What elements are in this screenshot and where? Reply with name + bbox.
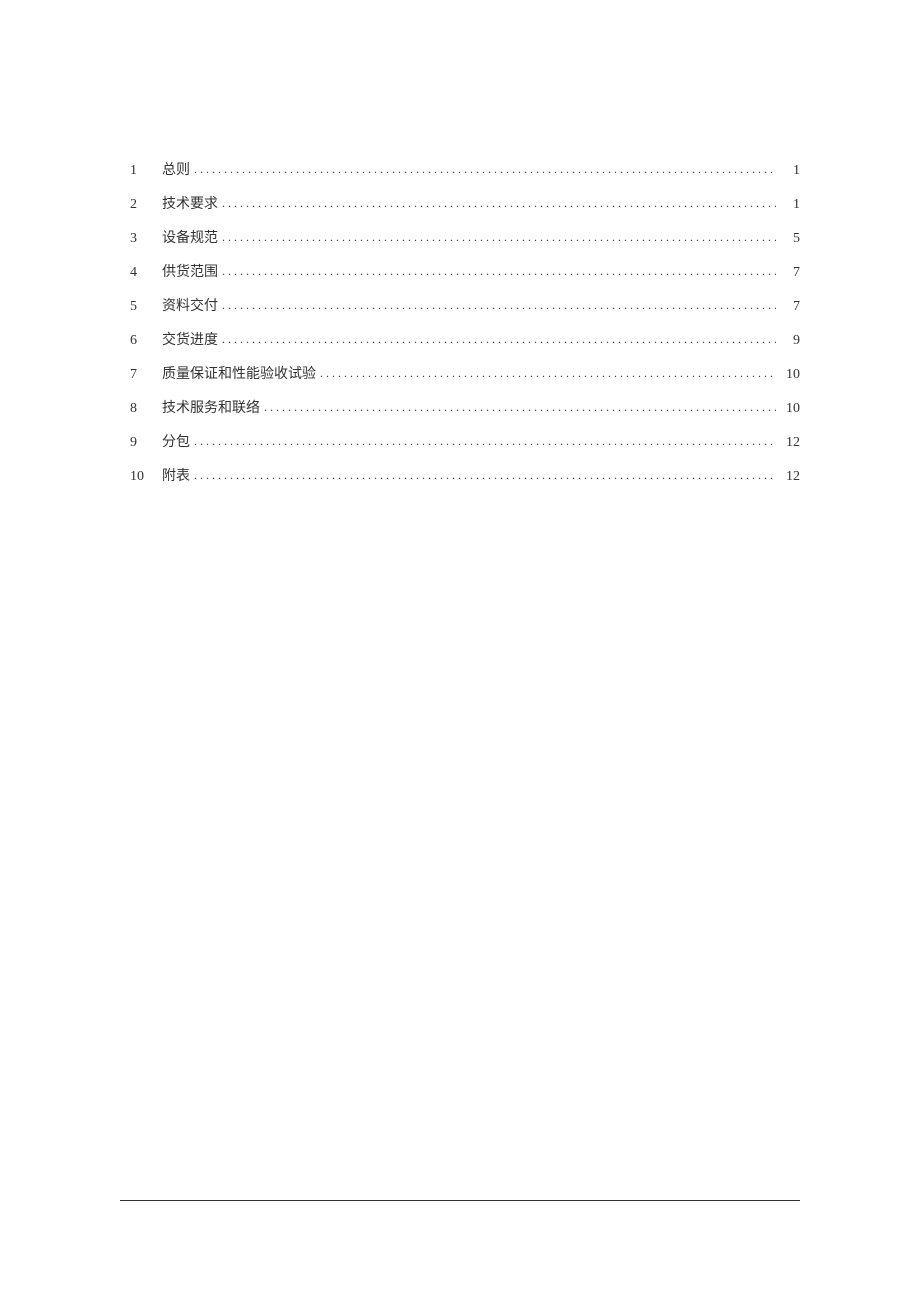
toc-number: 3 <box>130 228 162 249</box>
toc-entry[interactable]: 10 附表 ..................................… <box>130 466 800 487</box>
toc-entry[interactable]: 8 技术服务和联络 ..............................… <box>130 398 800 419</box>
toc-entry[interactable]: 4 供货范围 .................................… <box>130 262 800 283</box>
toc-dots: ........................................… <box>264 398 776 416</box>
toc-title: 分包 <box>162 432 190 453</box>
toc-dots: ........................................… <box>320 364 776 382</box>
toc-number: 7 <box>130 364 162 385</box>
toc-page: 9 <box>780 330 800 351</box>
toc-title: 资料交付 <box>162 296 218 317</box>
toc-entry[interactable]: 1 总则 ...................................… <box>130 160 800 181</box>
page-container: 1 总则 ...................................… <box>0 0 920 487</box>
toc-number: 1 <box>130 160 162 181</box>
toc-dots: ........................................… <box>222 296 776 314</box>
toc-dots: ........................................… <box>222 330 776 348</box>
toc-title: 交货进度 <box>162 330 218 351</box>
toc-entry[interactable]: 3 设备规范 .................................… <box>130 228 800 249</box>
toc-entry[interactable]: 6 交货进度 .................................… <box>130 330 800 351</box>
toc-page: 10 <box>780 364 800 385</box>
toc-number: 5 <box>130 296 162 317</box>
toc-number: 9 <box>130 432 162 453</box>
toc-title: 总则 <box>162 160 190 181</box>
toc-page: 1 <box>780 160 800 181</box>
toc-page: 10 <box>780 398 800 419</box>
toc-page: 12 <box>780 466 800 487</box>
toc-number: 10 <box>130 466 162 487</box>
toc-dots: ........................................… <box>194 432 776 450</box>
toc-page: 12 <box>780 432 800 453</box>
toc-title: 质量保证和性能验收试验 <box>162 364 316 385</box>
toc-page: 7 <box>780 262 800 283</box>
toc-page: 1 <box>780 194 800 215</box>
toc-list: 1 总则 ...................................… <box>130 160 800 487</box>
toc-number: 6 <box>130 330 162 351</box>
toc-dots: ........................................… <box>222 262 776 280</box>
toc-entry[interactable]: 5 资料交付 .................................… <box>130 296 800 317</box>
toc-number: 8 <box>130 398 162 419</box>
toc-dots: ........................................… <box>194 160 776 178</box>
footer-divider <box>120 1200 800 1201</box>
toc-number: 2 <box>130 194 162 215</box>
toc-page: 5 <box>780 228 800 249</box>
toc-title: 技术要求 <box>162 194 218 215</box>
toc-dots: ........................................… <box>222 194 776 212</box>
toc-entry[interactable]: 2 技术要求 .................................… <box>130 194 800 215</box>
toc-dots: ........................................… <box>194 466 776 484</box>
toc-entry[interactable]: 7 质量保证和性能验收试验 ..........................… <box>130 364 800 385</box>
toc-title: 附表 <box>162 466 190 487</box>
toc-title: 技术服务和联络 <box>162 398 260 419</box>
toc-page: 7 <box>780 296 800 317</box>
toc-title: 设备规范 <box>162 228 218 249</box>
toc-number: 4 <box>130 262 162 283</box>
toc-title: 供货范围 <box>162 262 218 283</box>
toc-dots: ........................................… <box>222 228 776 246</box>
toc-entry[interactable]: 9 分包 ...................................… <box>130 432 800 453</box>
